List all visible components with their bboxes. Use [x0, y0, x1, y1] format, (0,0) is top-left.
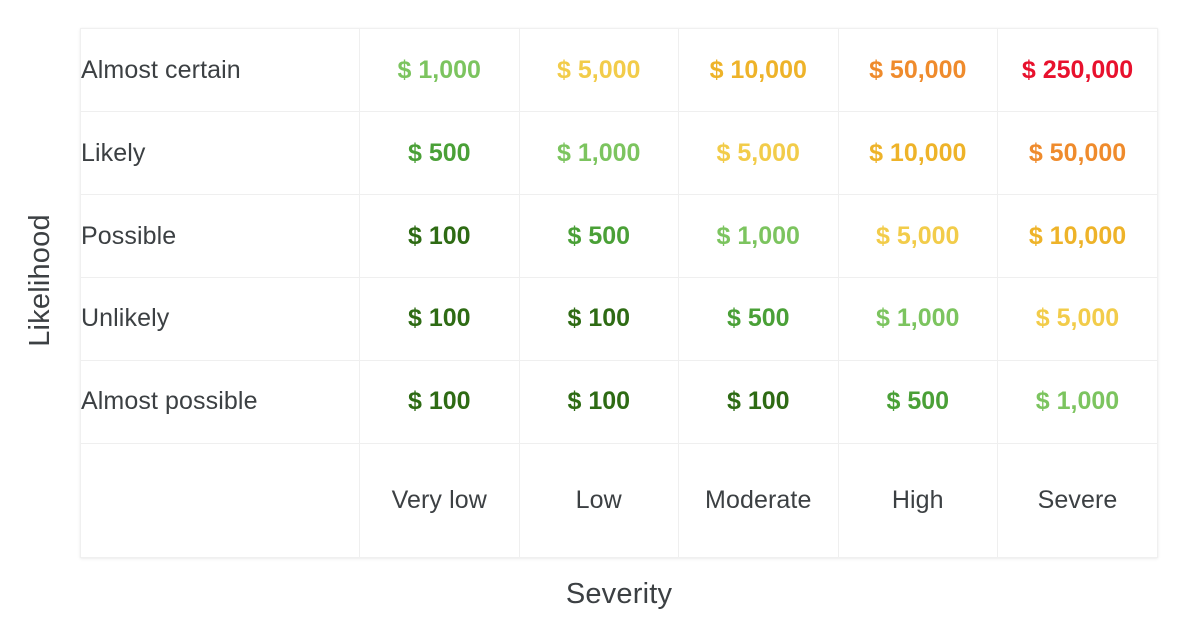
matrix-cell-r0-c3[interactable]: $ 50,000 [837, 29, 998, 113]
column-label-3: High [837, 442, 998, 557]
matrix-cell-r3-c2[interactable]: $ 500 [678, 276, 839, 361]
matrix-cell-r1-c4[interactable]: $ 50,000 [997, 111, 1157, 196]
likelihood-axis-label: Likelihood [0, 0, 80, 560]
matrix-cell-r0-c1[interactable]: $ 5,000 [518, 29, 679, 113]
matrix-row: Possible $ 100 $ 500 $ 1,000 $ 5,000 $ 10,000 [81, 194, 1157, 278]
column-label-1: Low [518, 442, 679, 557]
matrix-cell-r4-c0[interactable]: $ 100 [359, 359, 520, 444]
row-label-3: Unlikely [81, 276, 360, 361]
matrix-cell-r1-c3[interactable]: $ 10,000 [837, 111, 998, 196]
row-label-1: Likely [81, 111, 360, 196]
column-header-row: Very low Low Moderate High Severe [81, 442, 1157, 557]
matrix-row: Almost certain $ 1,000 $ 5,000 $ 10,000 $ 50… [81, 29, 1157, 113]
column-label-2: Moderate [678, 442, 839, 557]
matrix-row: Almost possible $ 100 $ 100 $ 100 $ 500 $ 1,0… [81, 359, 1157, 444]
matrix-row: Unlikely $ 100 $ 100 $ 500 $ 1,000 $ 5,000 [81, 276, 1157, 361]
matrix-cell-r3-c0[interactable]: $ 100 [359, 276, 520, 361]
matrix-cell-r2-c2[interactable]: $ 1,000 [678, 194, 839, 278]
matrix-cell-r4-c2[interactable]: $ 100 [678, 359, 839, 444]
risk-matrix-page: Likelihood Almost certain $ 1,000 $ 5,000 $… [0, 0, 1188, 644]
matrix-cell-r0-c0[interactable]: $ 1,000 [359, 29, 520, 113]
row-label-2: Possible [81, 194, 360, 278]
row-label-4: Almost possible [81, 359, 360, 444]
likelihood-axis-text: Likelihood [23, 213, 56, 347]
matrix-cell-r2-c1[interactable]: $ 500 [518, 194, 679, 278]
matrix-cell-r3-c4[interactable]: $ 5,000 [997, 276, 1157, 361]
matrix-cell-r2-c3[interactable]: $ 5,000 [837, 194, 998, 278]
matrix-cell-r2-c0[interactable]: $ 100 [359, 194, 520, 278]
matrix-cell-r1-c2[interactable]: $ 5,000 [678, 111, 839, 196]
matrix-cell-r1-c1[interactable]: $ 1,000 [518, 111, 679, 196]
matrix-row: Likely $ 500 $ 1,000 $ 5,000 $ 10,000 $ 50,00… [81, 111, 1157, 196]
severity-axis-label: Severity [565, 578, 673, 610]
matrix-cell-r4-c4[interactable]: $ 1,000 [997, 359, 1157, 444]
column-label-0: Very low [359, 442, 520, 557]
matrix-cell-r3-c1[interactable]: $ 100 [518, 276, 679, 361]
matrix-cell-r0-c2[interactable]: $ 10,000 [678, 29, 839, 113]
matrix-cell-r2-c4[interactable]: $ 10,000 [997, 194, 1157, 278]
matrix-cell-r1-c0[interactable]: $ 500 [359, 111, 520, 196]
matrix-cell-r0-c4[interactable]: $ 250,000 [997, 29, 1157, 113]
risk-matrix-card: Almost certain $ 1,000 $ 5,000 $ 10,000 $ 50… [80, 28, 1158, 558]
column-label-4: Severe [997, 442, 1157, 557]
risk-matrix-table: Almost certain $ 1,000 $ 5,000 $ 10,000 $ 50… [81, 29, 1157, 557]
matrix-cell-r4-c1[interactable]: $ 100 [518, 359, 679, 444]
matrix-cell-r4-c3[interactable]: $ 500 [837, 359, 998, 444]
matrix-cell-r3-c3[interactable]: $ 1,000 [837, 276, 998, 361]
matrix-corner-blank [81, 442, 360, 557]
row-label-0: Almost certain [81, 29, 360, 113]
